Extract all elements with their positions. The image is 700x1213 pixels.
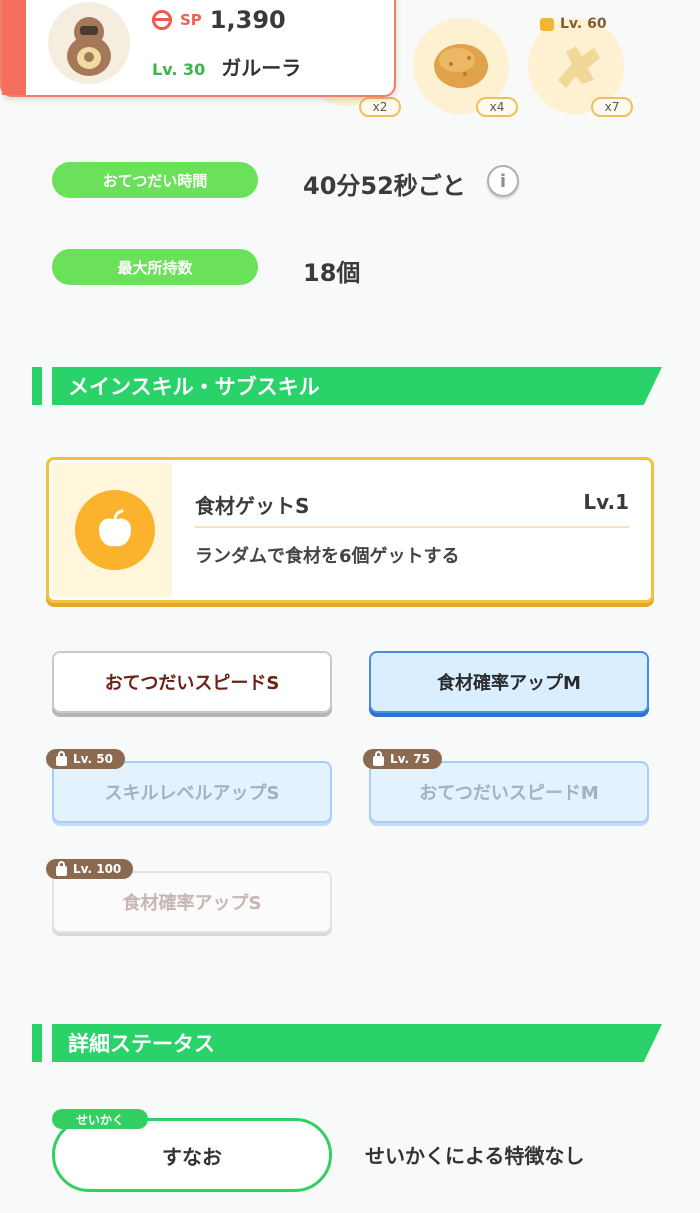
pokeball-icon	[152, 10, 172, 30]
subskill-button-4-locked[interactable]: おてつだいスピードM	[369, 761, 649, 823]
apple-icon	[75, 490, 155, 570]
subskill-button-2[interactable]: 食材確率アップM	[369, 651, 649, 713]
nature-description: せいかくによる特徴なし	[365, 1144, 585, 1168]
sp-value: 1,390	[209, 6, 286, 34]
ingredient-lock-label: Lv. 60	[540, 16, 607, 32]
lock-icon	[56, 860, 67, 876]
sp-label: SP	[180, 11, 202, 29]
max-carry-value: 18個	[303, 259, 361, 287]
ingredient-count-1: x2	[359, 97, 401, 117]
ingredient-count-2: x4	[476, 97, 518, 117]
pokemon-avatar	[48, 2, 130, 84]
status-section-header: 詳細ステータス	[32, 1024, 662, 1062]
subskill-lock-tag-3: Lv. 50	[46, 749, 125, 769]
subskill-button-3-locked[interactable]: スキルレベルアップS	[52, 761, 332, 823]
pokemon-header-card[interactable]: SP 1,390 Lv. 30 ガルーラ	[0, 0, 396, 97]
lock-icon	[56, 750, 67, 766]
pokemon-level: Lv. 30	[152, 60, 206, 79]
subskill-lock-tag-5: Lv. 100	[46, 859, 134, 879]
help-time-label: おてつだい時間	[52, 162, 258, 198]
status-section-title: 詳細ステータス	[52, 1024, 662, 1062]
nature-button[interactable]: すなお	[52, 1118, 332, 1192]
skills-section-title: メインスキル・サブスキル	[52, 367, 662, 405]
ingredient-count-3: x7	[591, 97, 633, 117]
card-accent-strip	[2, 0, 26, 95]
main-skill-name: 食材ゲットS	[195, 494, 310, 518]
main-skill-description: ランダムで食材を6個ゲットする	[195, 546, 460, 567]
sp-row: SP 1,390	[152, 6, 286, 34]
subskill-button-5-locked[interactable]: 食材確率アップS	[52, 871, 332, 933]
lock-icon	[540, 17, 554, 31]
max-carry-label: 最大所持数	[52, 249, 258, 285]
subskill-lock-tag-4: Lv. 75	[363, 749, 442, 769]
lock-icon	[373, 750, 384, 766]
level-name-row: Lv. 30 ガルーラ	[152, 52, 301, 81]
skills-section-header: メインスキル・サブスキル	[32, 367, 662, 405]
nature-tag: せいかく	[52, 1109, 148, 1129]
main-skill-level: Lv.1	[583, 490, 629, 514]
main-skill-card[interactable]: 食材ゲットS Lv.1 ランダムで食材を6個ゲットする	[46, 457, 654, 603]
help-time-value: 40分52秒ごと	[303, 172, 466, 200]
info-icon[interactable]: i	[487, 165, 519, 197]
subskill-button-1[interactable]: おてつだいスピードS	[52, 651, 332, 713]
pokemon-name: ガルーラ	[221, 56, 302, 80]
